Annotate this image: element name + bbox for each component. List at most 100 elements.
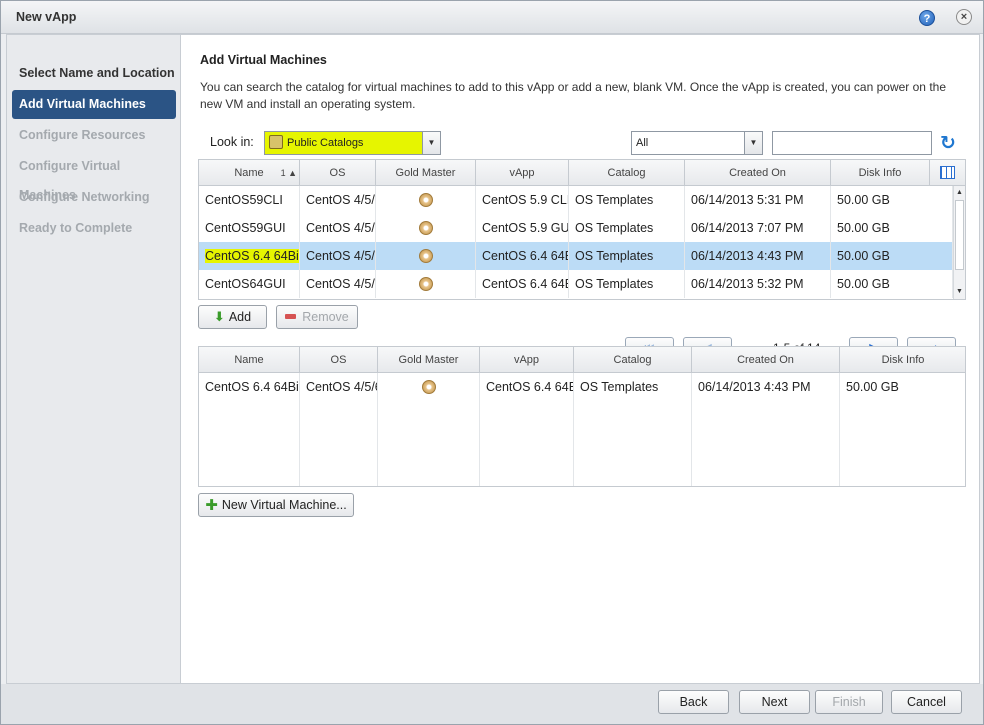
- cell-catalog: OS Templates: [569, 270, 685, 298]
- page-title: Add Virtual Machines: [200, 53, 327, 67]
- disk-icon: [418, 193, 433, 207]
- column-gold-master[interactable]: Gold Master: [378, 347, 480, 373]
- cell-catalog: OS Templates: [569, 186, 685, 214]
- column-os[interactable]: OS: [300, 160, 376, 186]
- disk-icon: [418, 221, 433, 235]
- look-in-dropdown[interactable]: Public Catalogs ▼: [264, 131, 441, 155]
- disk-icon: [421, 380, 436, 394]
- column-os[interactable]: OS: [300, 347, 378, 373]
- refresh-icon[interactable]: ↻: [940, 132, 956, 155]
- column-picker-icon[interactable]: [940, 166, 955, 179]
- plus-icon: ✚: [205, 497, 218, 514]
- table-row[interactable]: CentOS 6.4 64Bit CentOS 4/5/6 CentOS 6.4…: [199, 373, 965, 486]
- wizard-steps: Select Name and Location Add Virtual Mac…: [7, 35, 181, 683]
- filter-dropdown[interactable]: All ▼: [631, 131, 763, 155]
- column-name[interactable]: Name: [199, 347, 300, 373]
- column-gold-master[interactable]: Gold Master: [376, 160, 476, 186]
- dialog-footer: Back Next Finish Cancel: [1, 684, 983, 724]
- column-disk-info[interactable]: Disk Info: [831, 160, 930, 186]
- column-created-on[interactable]: Created On: [692, 347, 840, 373]
- cell-disk-info: 50.00 GB: [831, 270, 953, 298]
- cell-created-on: 06/14/2013 4:43 PM: [692, 373, 840, 486]
- chevron-down-icon[interactable]: ▼: [744, 132, 762, 154]
- cell-gold-master: [376, 242, 476, 270]
- cell-disk-info: 50.00 GB: [831, 186, 953, 214]
- add-button[interactable]: ⬇ Add: [198, 305, 267, 329]
- remove-button[interactable]: Remove: [276, 305, 358, 329]
- finish-button[interactable]: Finish: [815, 690, 883, 714]
- cell-catalog: OS Templates: [574, 373, 692, 486]
- column-vapp[interactable]: vApp: [480, 347, 574, 373]
- down-arrow-icon: ⬇: [213, 309, 225, 324]
- table-row[interactable]: CentOS64GUICentOS 4/5/6 CentOS 6.4 64BitO…: [199, 270, 953, 298]
- look-in-value: Public Catalogs: [287, 137, 364, 149]
- step-select-name-location[interactable]: Select Name and Location: [12, 59, 176, 88]
- selected-vms-table: Name OS Gold Master vApp Catalog Created…: [198, 346, 966, 487]
- disk-icon: [418, 277, 433, 291]
- disk-icon: [418, 249, 433, 263]
- cell-disk-info: 50.00 GB: [831, 242, 953, 270]
- next-button[interactable]: Next: [739, 690, 810, 714]
- step-configure-resources: Configure Resources: [19, 128, 146, 142]
- help-icon[interactable]: ?: [919, 10, 935, 26]
- table-header: Name OS Gold Master vApp Catalog Created…: [199, 347, 965, 373]
- step-ready-to-complete: Ready to Complete: [19, 221, 133, 235]
- table-row[interactable]: CentOS 6.4 64Bit CentOS 4/5/6 CentOS 6.4 6…: [199, 242, 953, 270]
- highlight: CentOS 6.4 64Bit: [205, 249, 299, 263]
- cell-vapp: CentOS 5.9 GUI: [476, 214, 569, 242]
- new-virtual-machine-button[interactable]: ✚ New Virtual Machine...: [198, 493, 354, 517]
- vertical-scrollbar[interactable]: ▲ ▼: [953, 186, 965, 299]
- step-configure-networking: Configure Networking: [19, 190, 150, 204]
- cell-gold-master: [376, 270, 476, 298]
- column-disk-info[interactable]: Disk Info: [840, 347, 966, 373]
- cell-name: CentOS 6.4 64Bit: [199, 242, 300, 270]
- filter-value: All: [636, 137, 649, 149]
- catalog-table: Name 1 ▲ OS Gold Master vApp Catalog Cre…: [198, 159, 966, 300]
- column-name[interactable]: Name 1 ▲: [199, 160, 300, 186]
- minus-icon: [285, 314, 297, 319]
- close-icon[interactable]: ×: [956, 9, 972, 25]
- column-catalog[interactable]: Catalog: [574, 347, 692, 373]
- cell-name: CentOS59CLI: [199, 186, 300, 214]
- cell-created-on: 06/14/2013 5:31 PM: [685, 186, 831, 214]
- scroll-up-icon[interactable]: ▲: [954, 187, 965, 199]
- cell-name: CentOS59GUI: [199, 214, 300, 242]
- cancel-button[interactable]: Cancel: [891, 690, 962, 714]
- cell-created-on: 06/14/2013 4:43 PM: [685, 242, 831, 270]
- table-header: Name 1 ▲ OS Gold Master vApp Catalog Cre…: [199, 160, 965, 186]
- column-created-on[interactable]: Created On: [685, 160, 831, 186]
- step-add-virtual-machines[interactable]: Add Virtual Machines: [12, 90, 176, 119]
- catalog-icon: [269, 135, 283, 149]
- title-bar: New vApp ? ×: [1, 1, 983, 34]
- table-row[interactable]: CentOS59CLI CentOS 4/5/6 CentOS 5.9 CLI OS …: [199, 186, 953, 214]
- column-catalog[interactable]: Catalog: [569, 160, 685, 186]
- cell-os: CentOS 4/5/6: [300, 242, 376, 270]
- search-input[interactable]: [772, 131, 932, 155]
- page-description: You can search the catalog for virtual m…: [200, 80, 946, 111]
- cell-vapp: CentOS 6.4 64Bit: [476, 270, 569, 298]
- sort-indicator: 1 ▲: [280, 168, 297, 178]
- content-area: Select Name and Location Add Virtual Mac…: [6, 34, 980, 684]
- chevron-down-icon[interactable]: ▼: [422, 132, 440, 154]
- look-in-label: Look in:: [210, 135, 254, 149]
- back-button[interactable]: Back: [658, 690, 729, 714]
- column-vapp[interactable]: vApp: [476, 160, 569, 186]
- table-row[interactable]: CentOS59GUI CentOS 4/5/6 CentOS 5.9 GUI OS …: [199, 214, 953, 242]
- cell-vapp: CentOS 5.9 CLI: [476, 186, 569, 214]
- step-configure-virtual-machines: Configure Virtual Machines: [19, 159, 121, 202]
- cell-disk-info: 50.00 GB: [846, 380, 899, 394]
- cell-vapp: CentOS 6.4 64Bit: [480, 373, 574, 486]
- cell-created-on: 06/14/2013 7:07 PM: [685, 214, 831, 242]
- cell-created-on: 06/14/2013 5:32 PM: [685, 270, 831, 298]
- cell-os: CentOS 4/5/6: [300, 270, 376, 298]
- cell-name: CentOS64GUI: [199, 270, 300, 298]
- cell-vapp: CentOS 6.4 64Bit: [476, 242, 569, 270]
- cell-os: CentOS 4/5/6: [300, 186, 376, 214]
- cell-os: CentOS 4/5/6: [300, 214, 376, 242]
- cell-catalog: OS Templates: [569, 214, 685, 242]
- cell-catalog: OS Templates: [569, 242, 685, 270]
- scroll-down-icon[interactable]: ▼: [954, 286, 965, 298]
- cell-gold-master: [376, 186, 476, 214]
- cell-gold-master: [376, 214, 476, 242]
- scroll-thumb[interactable]: [955, 200, 964, 270]
